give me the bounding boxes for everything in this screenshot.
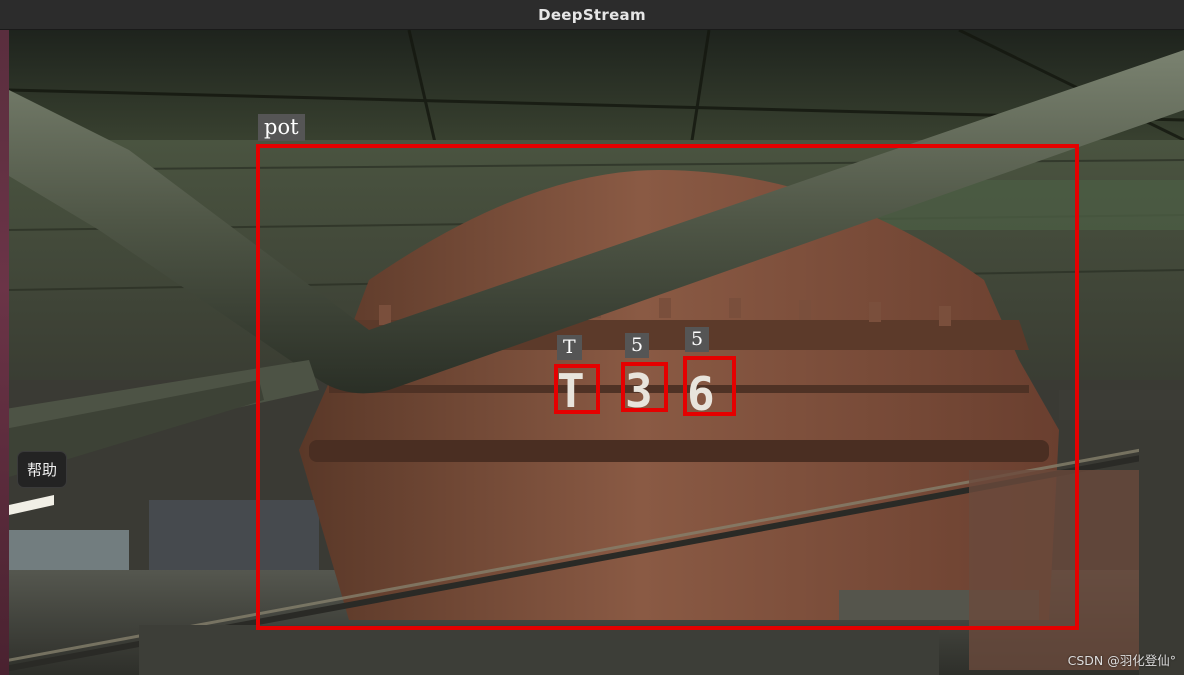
detection-label-char: 5: [685, 327, 710, 352]
detection-box-char: [554, 364, 600, 414]
desktop-edge: [0, 30, 9, 675]
detection-label-char: 5: [625, 333, 650, 358]
detection-box-char: [683, 356, 736, 416]
window-title: DeepStream: [538, 5, 646, 24]
detection-box-char: [621, 362, 668, 412]
detection-label-pot: pot: [258, 114, 305, 142]
window-titlebar: DeepStream: [0, 0, 1184, 30]
video-frame: T 3 6 pot T 5 5: [9, 30, 1184, 675]
help-button[interactable]: 帮助: [17, 451, 67, 488]
watermark: CSDN @羽化登仙°: [1067, 653, 1176, 668]
detection-label-char: T: [557, 335, 582, 360]
